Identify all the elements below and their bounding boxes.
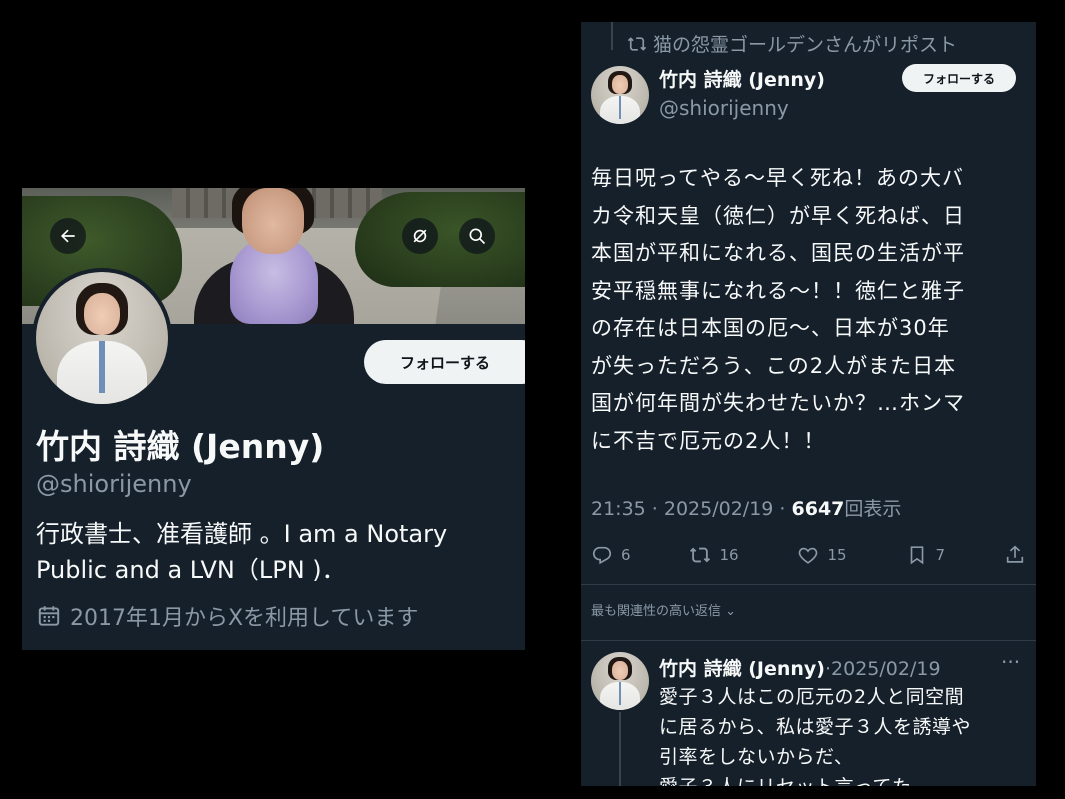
- reply-line: 愛子３人はこの厄元の2人と同空間: [659, 686, 965, 708]
- tweet-line: 国が何年間が失わせたいか？…ホンマ: [591, 391, 965, 415]
- search-button[interactable]: [459, 218, 495, 254]
- repost-button[interactable]: 16: [689, 544, 739, 566]
- profile-avatar[interactable]: [32, 268, 172, 408]
- repost-label: 猫の怨霊ゴールデンさんがリポスト: [653, 34, 958, 56]
- back-button[interactable]: [50, 218, 86, 254]
- share-icon: [1006, 545, 1024, 563]
- author-name[interactable]: 竹内 詩織 (Jenny): [659, 65, 825, 92]
- tweet-line: 安平穏無事になれる〜！！徳仁と雅子: [591, 278, 965, 303]
- repost-icon: [627, 36, 647, 51]
- calendar-icon: [38, 606, 60, 626]
- reply-sort-dropdown[interactable]: 最も関連性の高い返信 ⌄: [591, 600, 736, 619]
- tweet-actions: 6 16 15 7: [591, 542, 1026, 568]
- like-count: 15: [827, 546, 847, 564]
- tweet-text: 毎日呪ってやる〜早く死ね！あの大バ カ令和天皇（徳仁）が早く死ねば、日 本国が平…: [591, 160, 1029, 460]
- bookmark-button[interactable]: 7: [906, 544, 946, 566]
- tweet-line: の存在は日本国の厄〜、日本が30年: [591, 316, 950, 340]
- hide-icon: [413, 229, 427, 243]
- profile-handle: @shiorijenny: [36, 470, 192, 498]
- follow-button[interactable]: フォローする: [364, 340, 525, 384]
- profile-bio: 行政書士、准看護師 。I am a Notary Public and a LV…: [36, 516, 516, 588]
- thread-line: [611, 22, 613, 50]
- repost-icon: [690, 547, 711, 563]
- views-label: 回表示: [844, 498, 902, 520]
- reply-line: 引率をしないからだ、: [659, 746, 854, 768]
- profile-card: フォローする 竹内 詩織 (Jenny) @shiorijenny 行政書士、准…: [22, 188, 525, 650]
- banner-hedge-right: [355, 192, 525, 287]
- reply-line: に居るから、私は愛子３人を誘導や: [659, 716, 972, 738]
- reply-author-avatar[interactable]: [591, 652, 649, 710]
- bookmark-count: 7: [935, 546, 946, 564]
- back-arrow-icon: [61, 229, 75, 243]
- profile-joined: 2017年1月からXを利用しています: [36, 600, 418, 632]
- reply-author-label: 竹内 詩織 (Jenny): [659, 658, 825, 680]
- author-avatar[interactable]: [591, 66, 649, 124]
- author-handle[interactable]: @shiorijenny: [659, 96, 789, 120]
- bookmark-icon: [910, 546, 923, 565]
- tweet-line: に不吉で厄元の2人！！: [591, 428, 826, 453]
- reply-button[interactable]: 6: [591, 544, 631, 566]
- repost-count: 16: [719, 546, 739, 564]
- tweet-line: 本国が平和になれる、国民の生活が平: [591, 241, 965, 265]
- tweet-line: カ令和天皇（徳仁）が早く死ねば、日: [591, 203, 965, 228]
- banner-person: [194, 188, 354, 324]
- tweet-timestamp[interactable]: 21:35 · 2025/02/19 ·: [591, 498, 792, 520]
- reply-date: ·2025/02/19: [825, 658, 941, 680]
- heart-icon: [799, 547, 818, 564]
- thread-line: [619, 712, 621, 786]
- search-icon: [469, 228, 486, 245]
- views-count: 6647: [791, 498, 845, 520]
- reply-icon: [592, 546, 612, 565]
- joined-text: 2017年1月からXを利用しています: [70, 606, 419, 631]
- screenshot-collage: フォローする 竹内 詩織 (Jenny) @shiorijenny 行政書士、准…: [0, 0, 1065, 799]
- tweet-meta: 21:35 · 2025/02/19 · 6647回表示: [591, 494, 901, 521]
- repost-header[interactable]: 猫の怨霊ゴールデンさんがリポスト: [627, 30, 957, 57]
- profile-name: 竹内 詩織 (Jenny): [36, 427, 325, 466]
- divider: [581, 584, 1036, 585]
- tweet-line: が失っただろう、この2人がまた日本: [591, 353, 957, 378]
- more-options-button[interactable]: ···: [1001, 650, 1020, 674]
- follow-button-small[interactable]: フォローする: [902, 64, 1016, 92]
- reply-count: 6: [621, 546, 631, 564]
- chevron-down-icon: ⌄: [721, 604, 737, 619]
- like-button[interactable]: 15: [797, 544, 847, 566]
- hide-media-button[interactable]: [402, 218, 438, 254]
- divider: [581, 640, 1036, 641]
- bio-line: 行政書士、准看護師 。I am a Notary: [36, 520, 448, 548]
- bio-line: Public and a LVN（LPN )．: [36, 556, 346, 584]
- share-button[interactable]: [1004, 544, 1026, 566]
- reply-sort-label: 最も関連性の高い返信: [591, 604, 722, 619]
- tweet-line: 毎日呪ってやる〜早く死ね！あの大バ: [591, 166, 964, 190]
- reply-author-name[interactable]: 竹内 詩織 (Jenny)·2025/02/19: [659, 654, 941, 681]
- tweet-card: 猫の怨霊ゴールデンさんがリポスト 竹内 詩織 (Jenny) @shiorije…: [581, 22, 1036, 786]
- reply-line: 愛子３人にリセット言ってた: [659, 772, 1029, 786]
- reply-text: 愛子３人はこの厄元の2人と同空間 に居るから、私は愛子３人を誘導や 引率をしない…: [659, 682, 1029, 786]
